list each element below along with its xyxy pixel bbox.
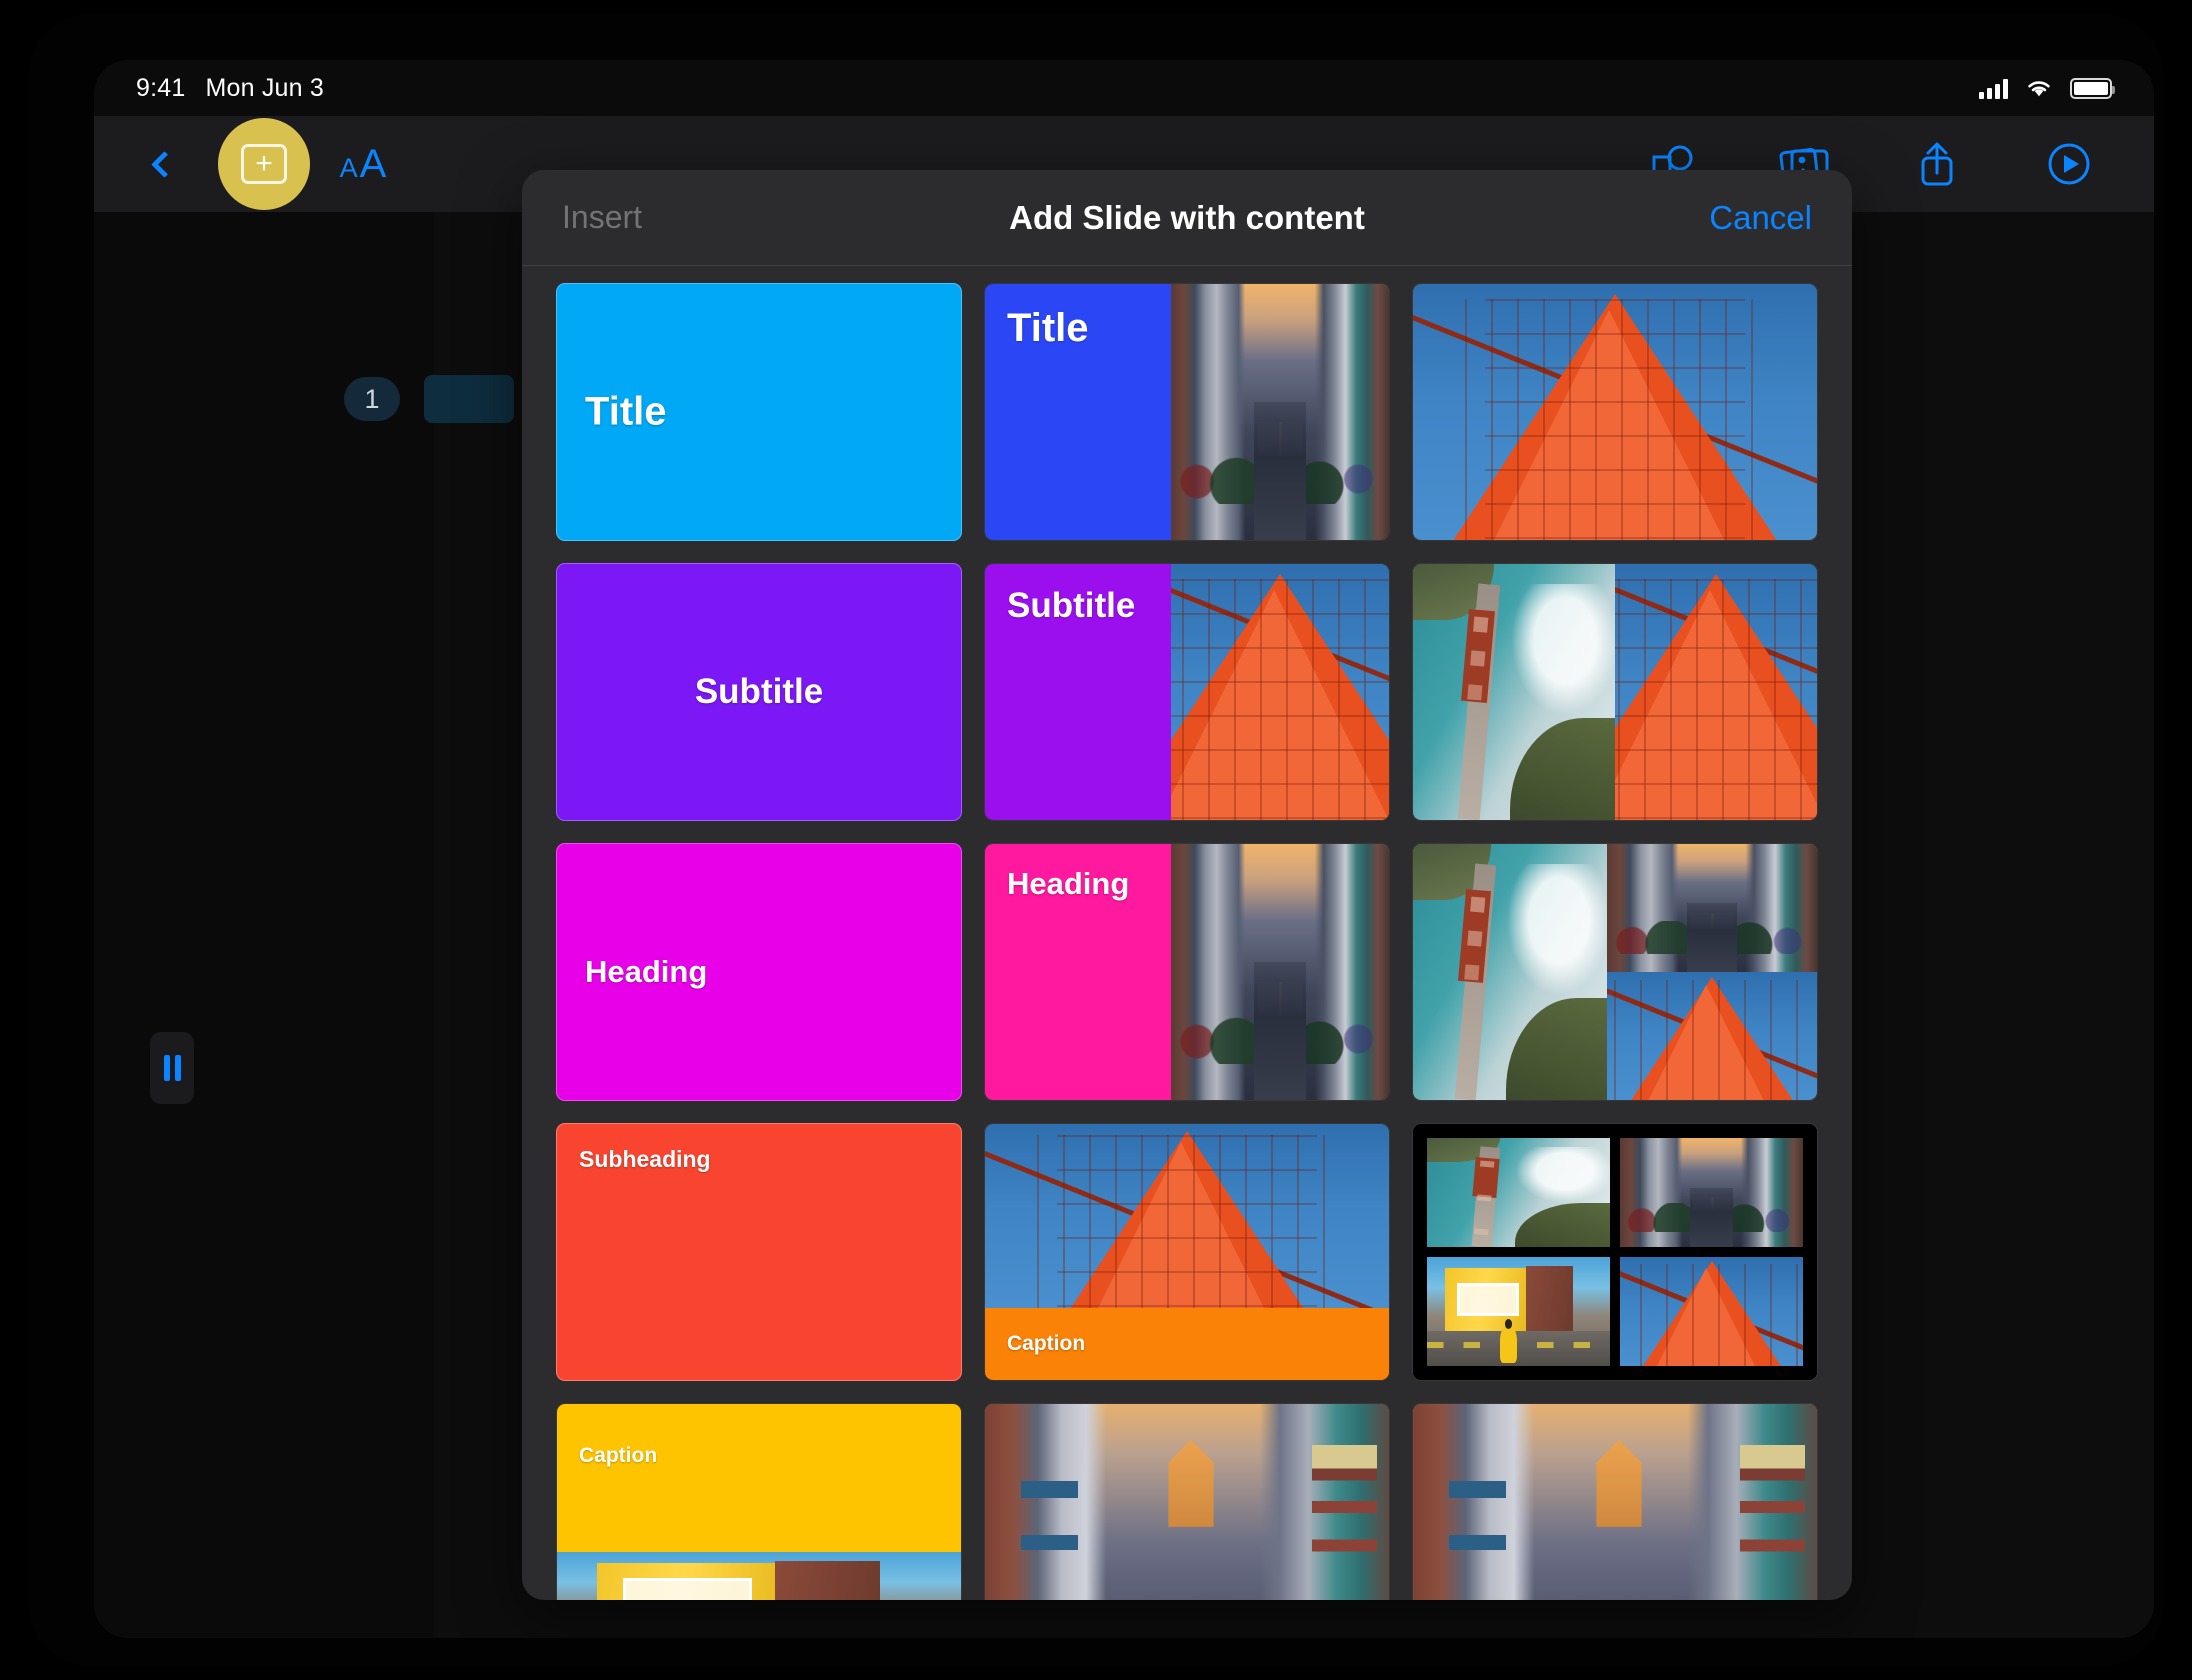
template-card-photo-caption[interactable]: Caption — [984, 1123, 1390, 1381]
bridge-tower-photo — [985, 1124, 1389, 1308]
duo-layout — [1413, 564, 1817, 820]
modal-title: Add Slide with content — [1009, 198, 1365, 236]
add-slide-modal: Insert Add Slide with content Cancel Tit… — [522, 170, 1852, 1600]
photo-pane — [1170, 844, 1389, 1100]
format-text-button[interactable]: AA — [332, 133, 394, 195]
template-card-photo-quad[interactable] — [1412, 1123, 1818, 1381]
template-label: Heading — [1007, 866, 1130, 901]
template-card-photo-tri[interactable] — [1412, 843, 1818, 1101]
status-time: 9:41 — [136, 73, 186, 102]
city-street-photo — [1170, 844, 1389, 1100]
template-label: SUBTITLE — [1481, 1594, 1749, 1600]
template-label: Subheading — [579, 1146, 711, 1172]
cancel-button[interactable]: Cancel — [1709, 199, 1812, 237]
template-card-heading-plain[interactable]: Heading — [556, 843, 962, 1101]
bridge-tower-photo — [1413, 284, 1817, 540]
split-layout: Title — [985, 284, 1389, 540]
modal-header: Insert Add Slide with content Cancel — [522, 170, 1852, 266]
photo-pane — [1170, 284, 1389, 540]
bridge-tower-photo — [1606, 972, 1817, 1100]
split-layout: Subtitle — [985, 564, 1389, 820]
tri-right-column — [1606, 844, 1817, 1100]
template-label: TITLE — [1111, 1594, 1263, 1600]
template-card-subtitle-overlay[interactable]: SUBTITLE — [1412, 1403, 1818, 1600]
device-screen: 9:41 Mon Jun 3 + A A 1 Insert Add Slide … — [94, 60, 2154, 1638]
template-card-photo-full[interactable] — [1412, 283, 1818, 541]
template-label: Caption — [579, 1444, 658, 1467]
navigator-drag-handle[interactable] — [150, 1032, 194, 1104]
toolbar-left-group: + AA — [130, 118, 394, 210]
status-bar-right — [1979, 77, 2115, 99]
battery-icon — [2070, 77, 2115, 99]
stack-layout: Caption — [985, 1124, 1389, 1380]
bridge-tower-photo — [1615, 564, 1817, 820]
cellular-signal-icon — [1979, 77, 2008, 99]
play-icon — [2048, 143, 2090, 185]
bridge-tower-photo — [1170, 564, 1389, 820]
template-card-title-overlay[interactable]: TITLE — [984, 1403, 1390, 1600]
back-chevron-icon — [150, 150, 178, 178]
back-button[interactable] — [130, 133, 192, 195]
caption-bar: Caption — [985, 1308, 1389, 1380]
slide-number-badge: 1 — [344, 377, 400, 421]
device-bezel: 9:41 Mon Jun 3 + A A 1 Insert Add Slide … — [28, 14, 2164, 1666]
template-card-title-photo[interactable]: Title — [984, 283, 1390, 541]
quad-layout — [1413, 1124, 1817, 1380]
template-card-photo-duo[interactable] — [1412, 563, 1818, 821]
chinatown-photo — [985, 1404, 1389, 1600]
city-street-photo — [1606, 844, 1817, 972]
city-street-photo — [1620, 1138, 1803, 1247]
template-card-subtitle-photo[interactable]: Subtitle — [984, 563, 1390, 821]
status-date: Mon Jun 3 — [205, 73, 325, 102]
yellow-corner-photo — [1427, 1257, 1610, 1366]
color-pane: Title — [985, 284, 1171, 540]
chinatown-photo — [1413, 1404, 1817, 1600]
tri-layout — [1413, 844, 1817, 1100]
status-bar-left: 9:41 Mon Jun 3 — [136, 74, 324, 103]
slide-thumbnail[interactable] — [424, 375, 514, 423]
stack-layout: Caption — [557, 1404, 961, 1600]
template-label: Title — [585, 389, 667, 434]
wifi-icon — [2028, 80, 2050, 96]
template-card-subtitle-plain[interactable]: Subtitle — [556, 563, 962, 821]
template-card-caption-photo[interactable]: Caption — [556, 1403, 962, 1600]
slide-template-grid: Title Title Subtitle Subtitle Heading He… — [522, 267, 1852, 1600]
template-card-heading-photo[interactable]: Heading — [984, 843, 1390, 1101]
aerial-bridge-photo — [1413, 564, 1615, 820]
ipad-device: 9:41 Mon Jun 3 + A A 1 Insert Add Slide … — [0, 0, 2192, 1680]
yellow-corner-photo — [557, 1552, 961, 1600]
template-card-subheading-plain[interactable]: Subheading — [556, 1123, 962, 1381]
add-slide-button[interactable]: + — [218, 118, 310, 210]
aerial-bridge-photo — [1413, 844, 1607, 1100]
template-card-title-plain[interactable]: Title — [556, 283, 962, 541]
status-bar: 9:41 Mon Jun 3 — [94, 60, 2154, 116]
color-pane: Heading — [985, 844, 1171, 1100]
template-label: Subtitle — [1007, 586, 1136, 625]
template-label: Caption — [1007, 1332, 1086, 1355]
split-layout: Heading — [985, 844, 1389, 1100]
share-icon — [1921, 142, 1953, 186]
add-slide-icon: + — [241, 144, 287, 184]
city-street-photo — [1170, 284, 1389, 540]
format-text-icon: AA — [339, 141, 387, 186]
color-pane: Subtitle — [985, 564, 1171, 820]
slide-navigator[interactable]: 1 — [94, 212, 434, 1638]
template-label: Subtitle — [694, 672, 824, 711]
bridge-tower-photo — [1620, 1257, 1803, 1366]
template-label: Title — [1007, 306, 1089, 350]
insert-label[interactable]: Insert — [562, 199, 642, 236]
play-button[interactable] — [2038, 133, 2100, 195]
caption-bar: Caption — [557, 1404, 961, 1552]
photo-pane — [1170, 564, 1389, 820]
template-label: Heading — [585, 954, 708, 989]
aerial-bridge-photo — [1427, 1138, 1610, 1247]
share-button[interactable] — [1906, 133, 1968, 195]
